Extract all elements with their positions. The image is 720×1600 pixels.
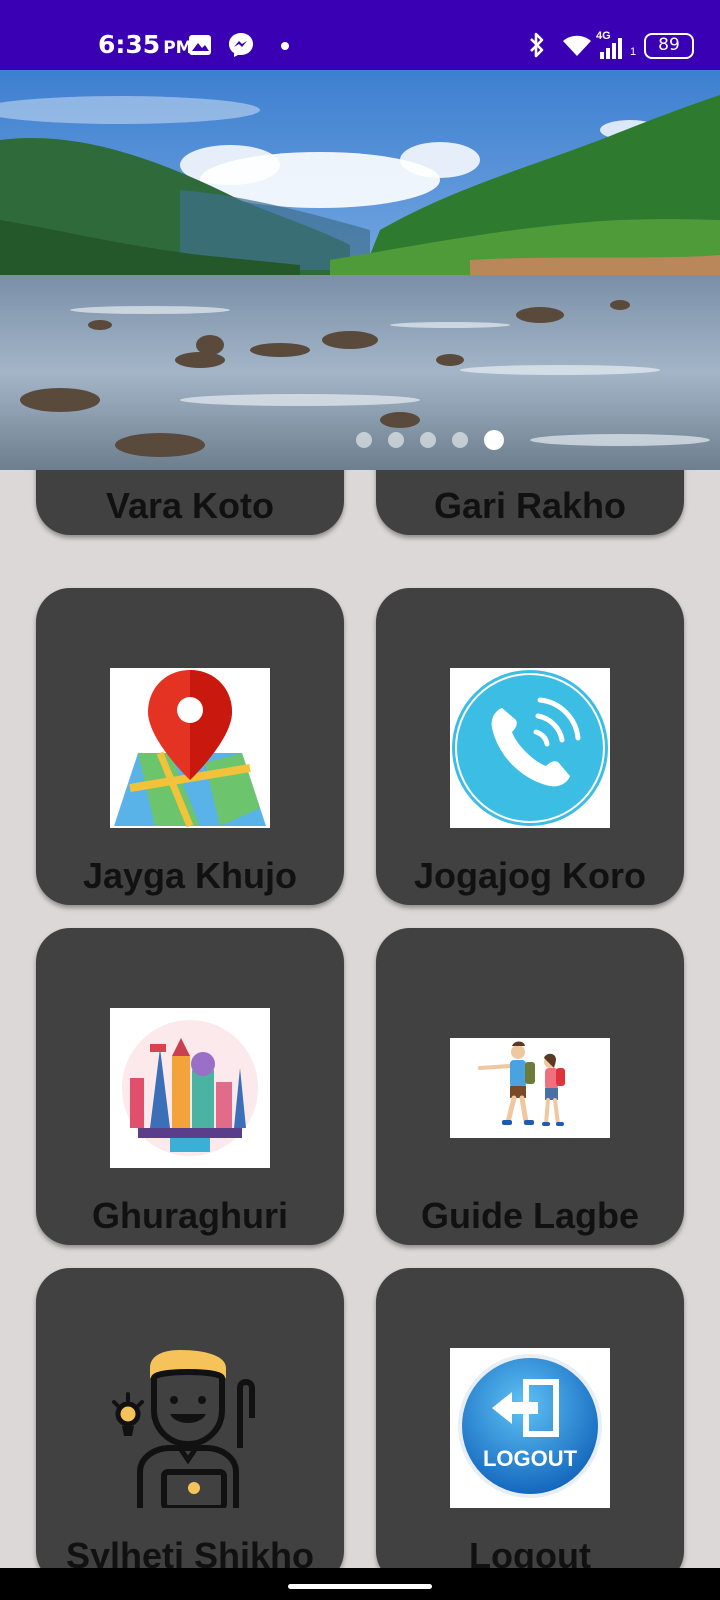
menu-label: Guide Lagbe <box>420 1195 640 1236</box>
wifi-icon <box>563 35 591 56</box>
sim-slot: 1 <box>630 46 637 58</box>
menu-card-sylheti-shikho[interactable]: Sylheti Shikho <box>36 1268 344 1568</box>
carousel-dot[interactable] <box>388 432 404 448</box>
carousel-dot[interactable] <box>356 432 372 448</box>
menu-card-jayga-khujo[interactable]: Jayga Khujo <box>36 588 344 905</box>
menu-grid: Vara Koto Gari Rakho Jayga Khujo Jogajog… <box>0 470 720 1568</box>
carousel-dot[interactable] <box>420 432 436 448</box>
banner-image <box>0 70 720 470</box>
menu-label: Jayga Khujo <box>82 855 298 896</box>
menu-label: Ghuraghuri <box>92 1195 288 1236</box>
menu-label: Logout <box>469 1535 591 1568</box>
signal-icon <box>600 38 622 59</box>
gallery-icon <box>189 35 211 55</box>
menu-label: Vara Koto <box>105 485 275 526</box>
home-gesture-handle[interactable] <box>288 1584 432 1589</box>
carousel-dot-active[interactable] <box>484 430 504 450</box>
image-carousel[interactable] <box>0 70 720 470</box>
svg-text:LOGOUT: LOGOUT <box>483 1446 578 1471</box>
phone-call-icon <box>450 668 610 828</box>
status-bar: 6:35 PM 4G 1 89 <box>0 0 720 70</box>
battery-level: 89 <box>658 35 680 55</box>
menu-card-jogajog-koro[interactable]: Jogajog Koro <box>376 588 684 905</box>
carousel-indicator <box>0 430 720 450</box>
notification-dot-icon <box>281 42 289 50</box>
clock: 6:35 PM <box>98 30 193 59</box>
messenger-icon <box>229 33 253 57</box>
menu-card-vara-koto[interactable]: Vara Koto <box>36 470 344 535</box>
menu-label: Gari Rakho <box>433 485 627 526</box>
learner-icon <box>110 1348 270 1508</box>
menu-label: Sylheti Shikho <box>65 1535 315 1568</box>
battery-icon: 89 <box>644 33 694 59</box>
map-pin-icon <box>110 668 270 828</box>
menu-label: Jogajog Koro <box>414 855 646 896</box>
system-nav-bar <box>0 1568 720 1600</box>
landmarks-icon <box>110 1008 270 1168</box>
carousel-dot[interactable] <box>452 432 468 448</box>
menu-card-gari-rakho[interactable]: Gari Rakho <box>376 470 684 535</box>
logout-icon: LOGOUT <box>450 1348 610 1508</box>
bluetooth-icon <box>530 32 544 58</box>
menu-card-ghuraghuri[interactable]: Ghuraghuri <box>36 928 344 1245</box>
tour-guide-icon <box>450 1038 610 1138</box>
menu-card-guide-lagbe[interactable]: Guide Lagbe <box>376 928 684 1245</box>
menu-card-logout[interactable]: LOGOUT Logout <box>376 1268 684 1568</box>
